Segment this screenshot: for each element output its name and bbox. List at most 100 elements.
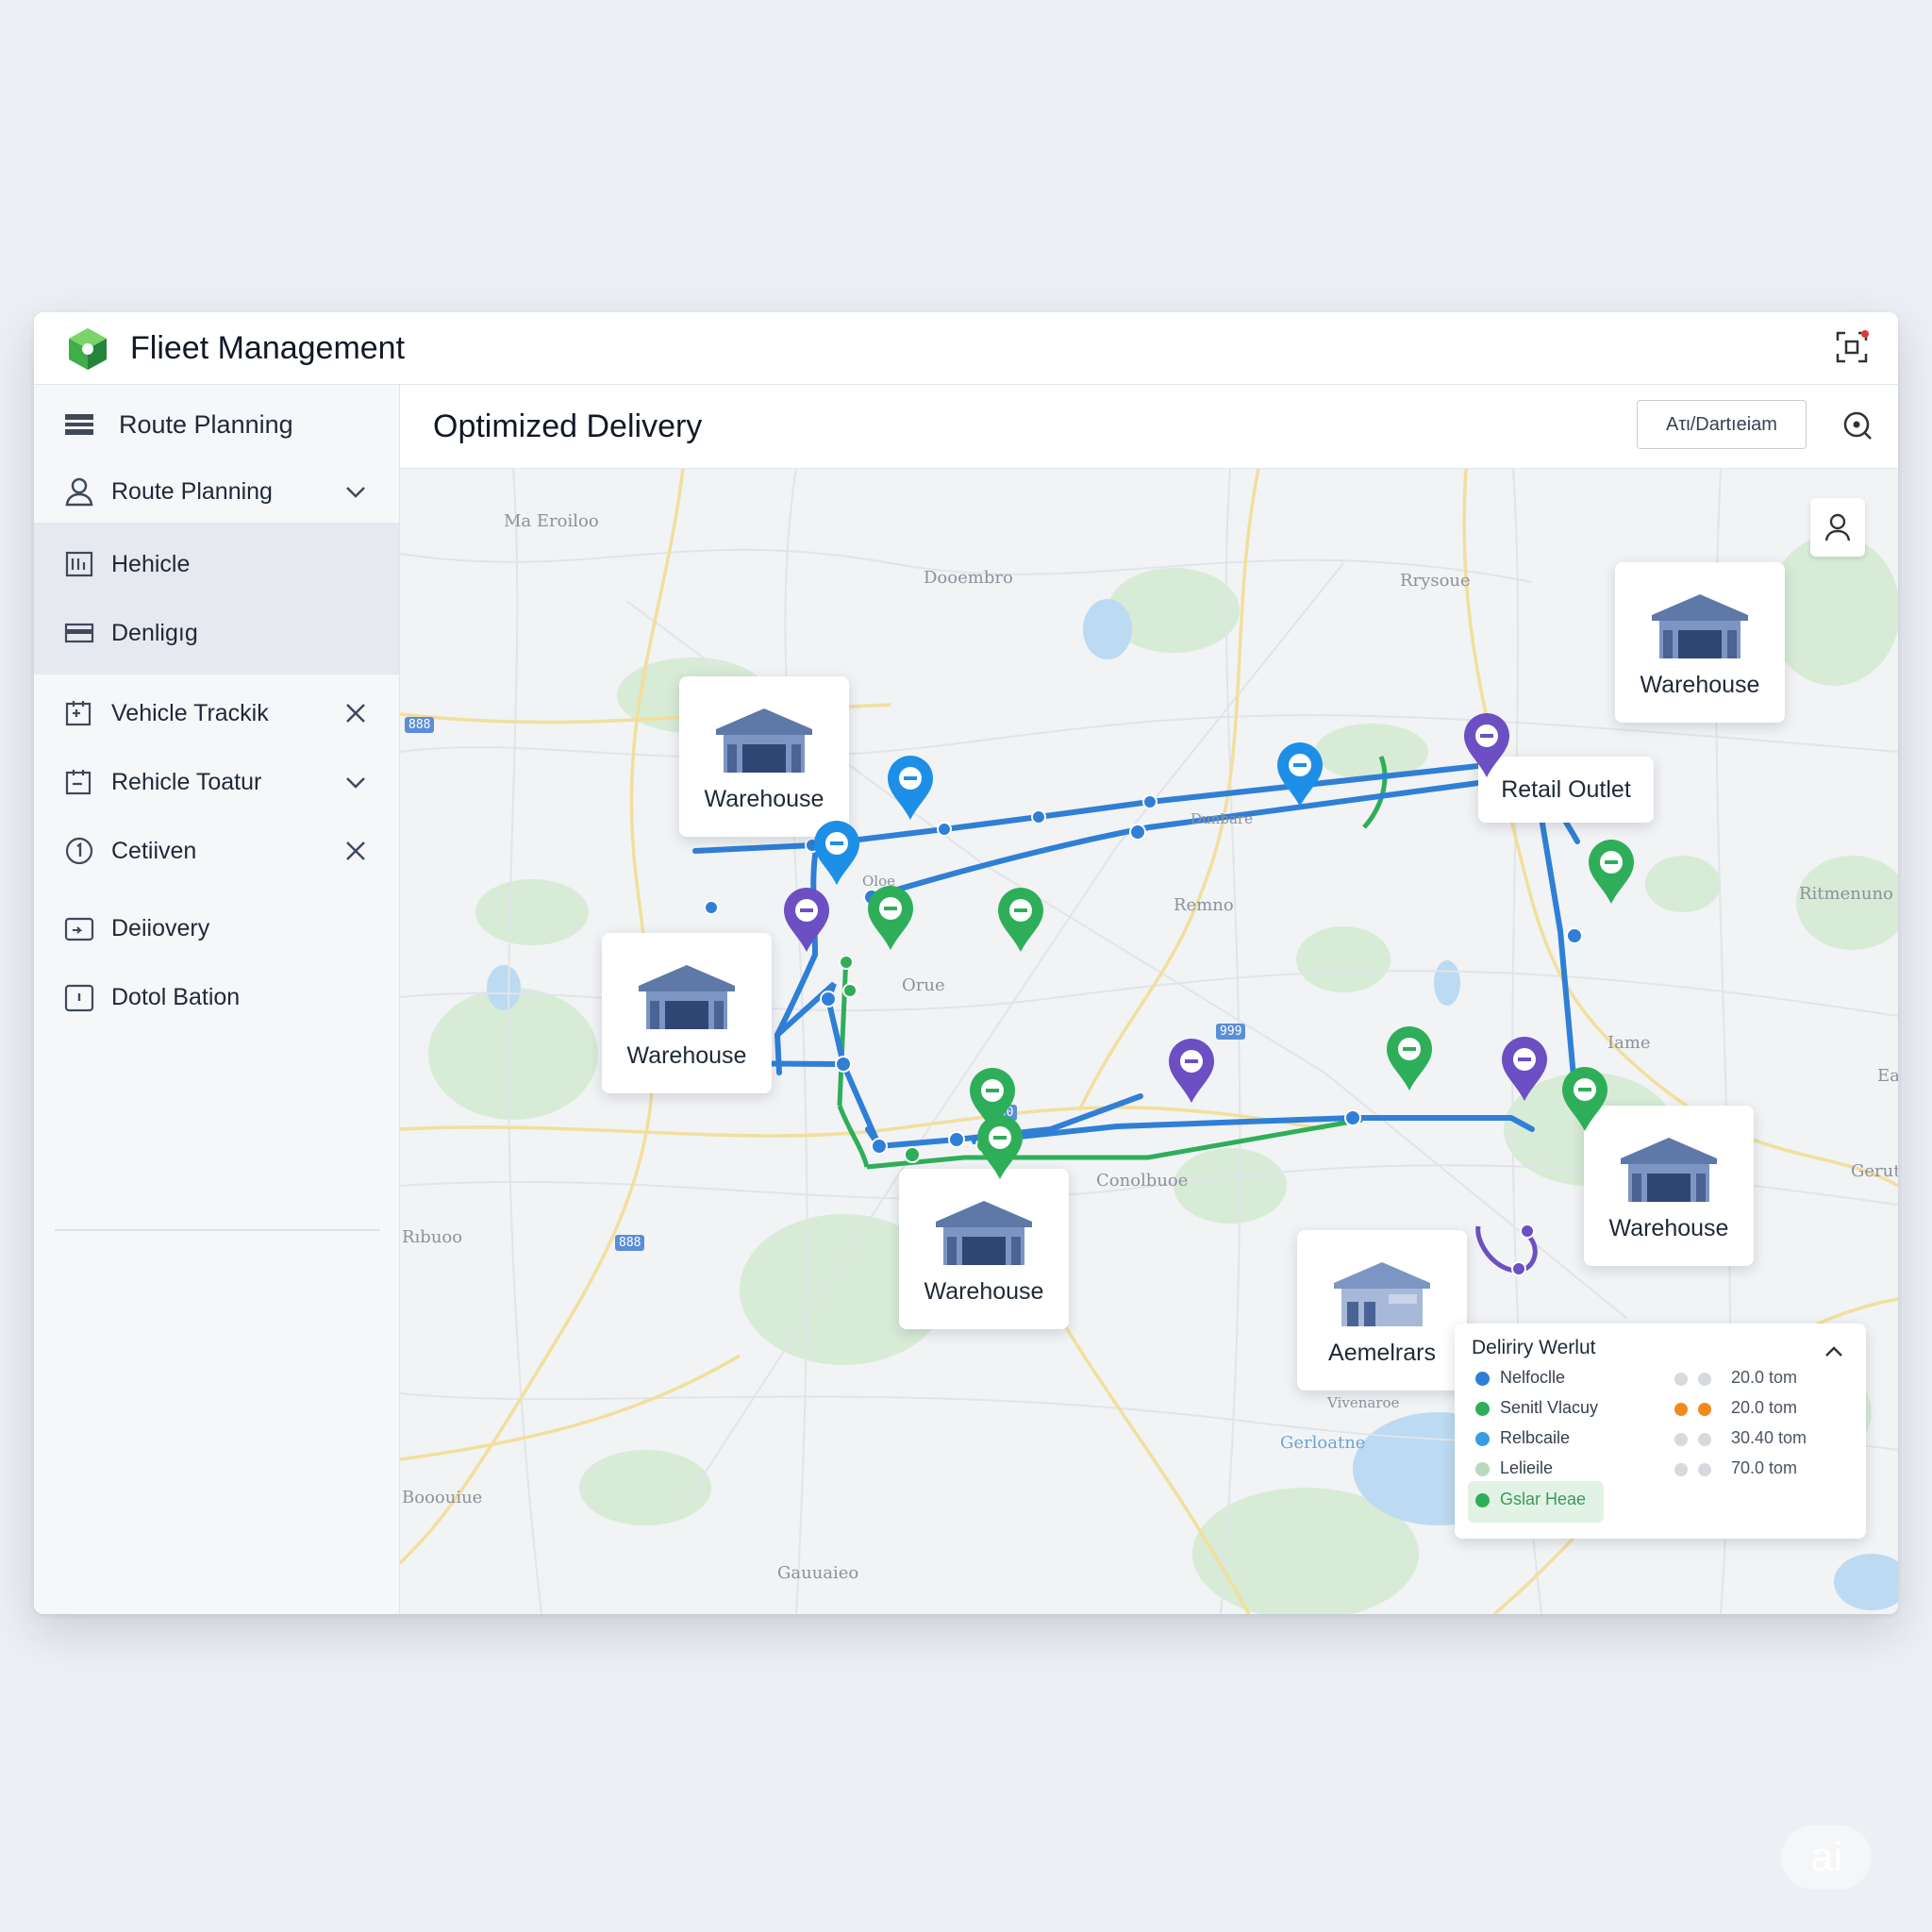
- place-label: Vivenaroe: [1327, 1394, 1400, 1411]
- road-shield: 999: [1216, 1024, 1246, 1040]
- sidebar-item-label: Dotol Bation: [111, 984, 241, 1010]
- sidebar-item-route-planning[interactable]: Route Planning: [34, 462, 399, 521]
- legend-row[interactable]: Lelieile 70.0 tom: [1472, 1456, 1849, 1482]
- legend-title: Deliriry Werlut: [1472, 1337, 1596, 1358]
- map-pin-purple[interactable]: [1499, 1035, 1550, 1103]
- main-panel: Optimized Delivery Ατι/Dartıeiam Ma Eroi…: [400, 385, 1898, 1614]
- legend-dot: [1475, 1402, 1490, 1416]
- legend-status-dot: [1698, 1373, 1711, 1386]
- app-title: Flieet Management: [130, 330, 406, 366]
- card-label: Warehouse: [1608, 1215, 1729, 1241]
- sidebar-item-cetiiven[interactable]: Cetiiven: [34, 822, 399, 880]
- legend-row-value: 20.0 tom: [1731, 1398, 1798, 1417]
- map-pin-green[interactable]: [974, 1113, 1025, 1181]
- road-shield: 888: [405, 717, 435, 733]
- legend-row-name: Gslar Heae: [1500, 1490, 1587, 1508]
- legend-dot: [1475, 1372, 1490, 1386]
- map-pin-purple[interactable]: [1461, 711, 1512, 779]
- header-action-button[interactable]: Ατι/Dartıeiam: [1637, 400, 1807, 449]
- legend-status-dot: [1674, 1403, 1688, 1416]
- legend-status-dot: [1698, 1463, 1711, 1476]
- close-icon[interactable]: [342, 700, 369, 726]
- place-label: Orue: [902, 975, 945, 995]
- warehouse-card[interactable]: Warehouse: [602, 933, 772, 1093]
- sidebar-item-vehicle-tracking[interactable]: Vehicle Trackik: [34, 684, 399, 742]
- legend-dot: [1475, 1493, 1490, 1507]
- user-icon: [65, 477, 93, 507]
- map-pin-blue[interactable]: [811, 819, 862, 887]
- map-pin-green[interactable]: [865, 884, 916, 952]
- legend-row-name: Nelfoclle: [1500, 1368, 1566, 1387]
- sidebar-item-label: Cetiiven: [111, 838, 197, 864]
- warehouse-icon: [639, 965, 735, 1029]
- sidebar-item-label: Route Planning: [111, 478, 273, 505]
- map-pin-green[interactable]: [995, 886, 1046, 954]
- chevron-down-icon[interactable]: [342, 478, 369, 505]
- warehouse-card[interactable]: Warehouse: [679, 676, 849, 837]
- warehouse-card[interactable]: Warehouse: [899, 1169, 1069, 1329]
- chevron-down-icon[interactable]: [342, 769, 369, 795]
- card-label: Warehouse: [1640, 672, 1760, 698]
- map-pin-green[interactable]: [1559, 1065, 1610, 1133]
- card-label: Aemelrars: [1328, 1340, 1436, 1366]
- legend-row[interactable]: Nelfoclle 20.0 tom: [1472, 1365, 1849, 1391]
- card-icon: [64, 623, 94, 643]
- chevron-up-icon[interactable]: [1823, 1341, 1845, 1363]
- legend-row[interactable]: Relbcaile 30.40 tom: [1472, 1425, 1849, 1452]
- sidebar: Route Planning Route Planning Hehicle De…: [34, 385, 400, 1614]
- place-label: Remno: [1174, 895, 1234, 915]
- sidebar-item-label: Denligıg: [111, 620, 198, 646]
- map-pin-blue[interactable]: [1274, 741, 1325, 808]
- search-location-icon[interactable]: [1840, 408, 1874, 442]
- vehicle-icon: [65, 551, 93, 577]
- legend-status-dot: [1674, 1373, 1688, 1386]
- ai-badge: ai: [1781, 1825, 1872, 1890]
- top-bar: Flieet Management: [34, 312, 1898, 385]
- place-label: Ritmenuno: [1799, 884, 1893, 904]
- qr-scan-icon[interactable]: [1834, 329, 1870, 365]
- warehouse-card[interactable]: Warehouse: [1615, 562, 1785, 723]
- sidebar-item-station[interactable]: Dotol Bation: [34, 968, 399, 1026]
- map-pin-blue[interactable]: [885, 754, 936, 822]
- place-label: Gerloatne: [1280, 1433, 1366, 1453]
- sidebar-item-route-planning-header[interactable]: Route Planning: [34, 395, 399, 454]
- info-circle-icon: [65, 837, 93, 865]
- delivery-legend-panel: Deliriry Werlut Nelfoclle 20.0 tom Senit…: [1455, 1324, 1866, 1539]
- place-label: Dooembro: [924, 568, 1013, 588]
- sidebar-item-vehicle[interactable]: Hehicle: [34, 535, 399, 593]
- place-label: Booouiue: [402, 1488, 483, 1507]
- place-label: Rıbuoo: [402, 1227, 463, 1247]
- map-pin-purple[interactable]: [1166, 1037, 1217, 1105]
- tracking-icon: [65, 701, 92, 726]
- place-label: Iame: [1607, 1033, 1651, 1053]
- map-pin-green[interactable]: [1384, 1024, 1435, 1092]
- logo-icon: [69, 328, 107, 370]
- legend-row-name: Senitl Vlacuy: [1500, 1398, 1599, 1417]
- user-icon: [1824, 513, 1851, 541]
- legend-row[interactable]: Senitl Vlacuy 20.0 tom: [1472, 1395, 1849, 1422]
- warehouse-icon: [716, 708, 812, 773]
- map-canvas[interactable]: Ma Eroiloo Dooembro Rrysoue Ritmenuno Re…: [400, 469, 1898, 1614]
- page-title: Optimized Delivery: [433, 408, 703, 444]
- legend-row-name: Relbcaile: [1500, 1428, 1571, 1447]
- map-pin-purple[interactable]: [781, 886, 832, 954]
- sidebar-item-delivery[interactable]: Deiiovery: [34, 899, 399, 958]
- place-label: Dunbare: [1191, 810, 1253, 827]
- card-label: Warehouse: [924, 1278, 1044, 1305]
- sidebar-item-vehicle-tour[interactable]: Rehicle Toatur: [34, 753, 399, 811]
- station-icon: [64, 984, 94, 1012]
- warehouse-icon: [936, 1201, 1032, 1265]
- sidebar-item-denligig[interactable]: Denligıg: [34, 604, 399, 662]
- map-user-button[interactable]: [1810, 498, 1865, 557]
- legend-row[interactable]: Gslar Heae: [1472, 1487, 1849, 1513]
- place-label: Eas: [1877, 1066, 1898, 1086]
- place-label: Ma Eroiloo: [504, 511, 599, 531]
- legend-row-name: Lelieile: [1500, 1458, 1554, 1477]
- legend-dot: [1475, 1432, 1490, 1446]
- close-icon[interactable]: [342, 838, 369, 864]
- warehouse-icon: [1621, 1138, 1717, 1202]
- tour-icon: [65, 770, 92, 795]
- sidebar-item-label: Hehicle: [111, 551, 191, 577]
- warehouse-card[interactable]: Aemelrars: [1297, 1230, 1467, 1391]
- map-pin-green[interactable]: [1586, 838, 1637, 906]
